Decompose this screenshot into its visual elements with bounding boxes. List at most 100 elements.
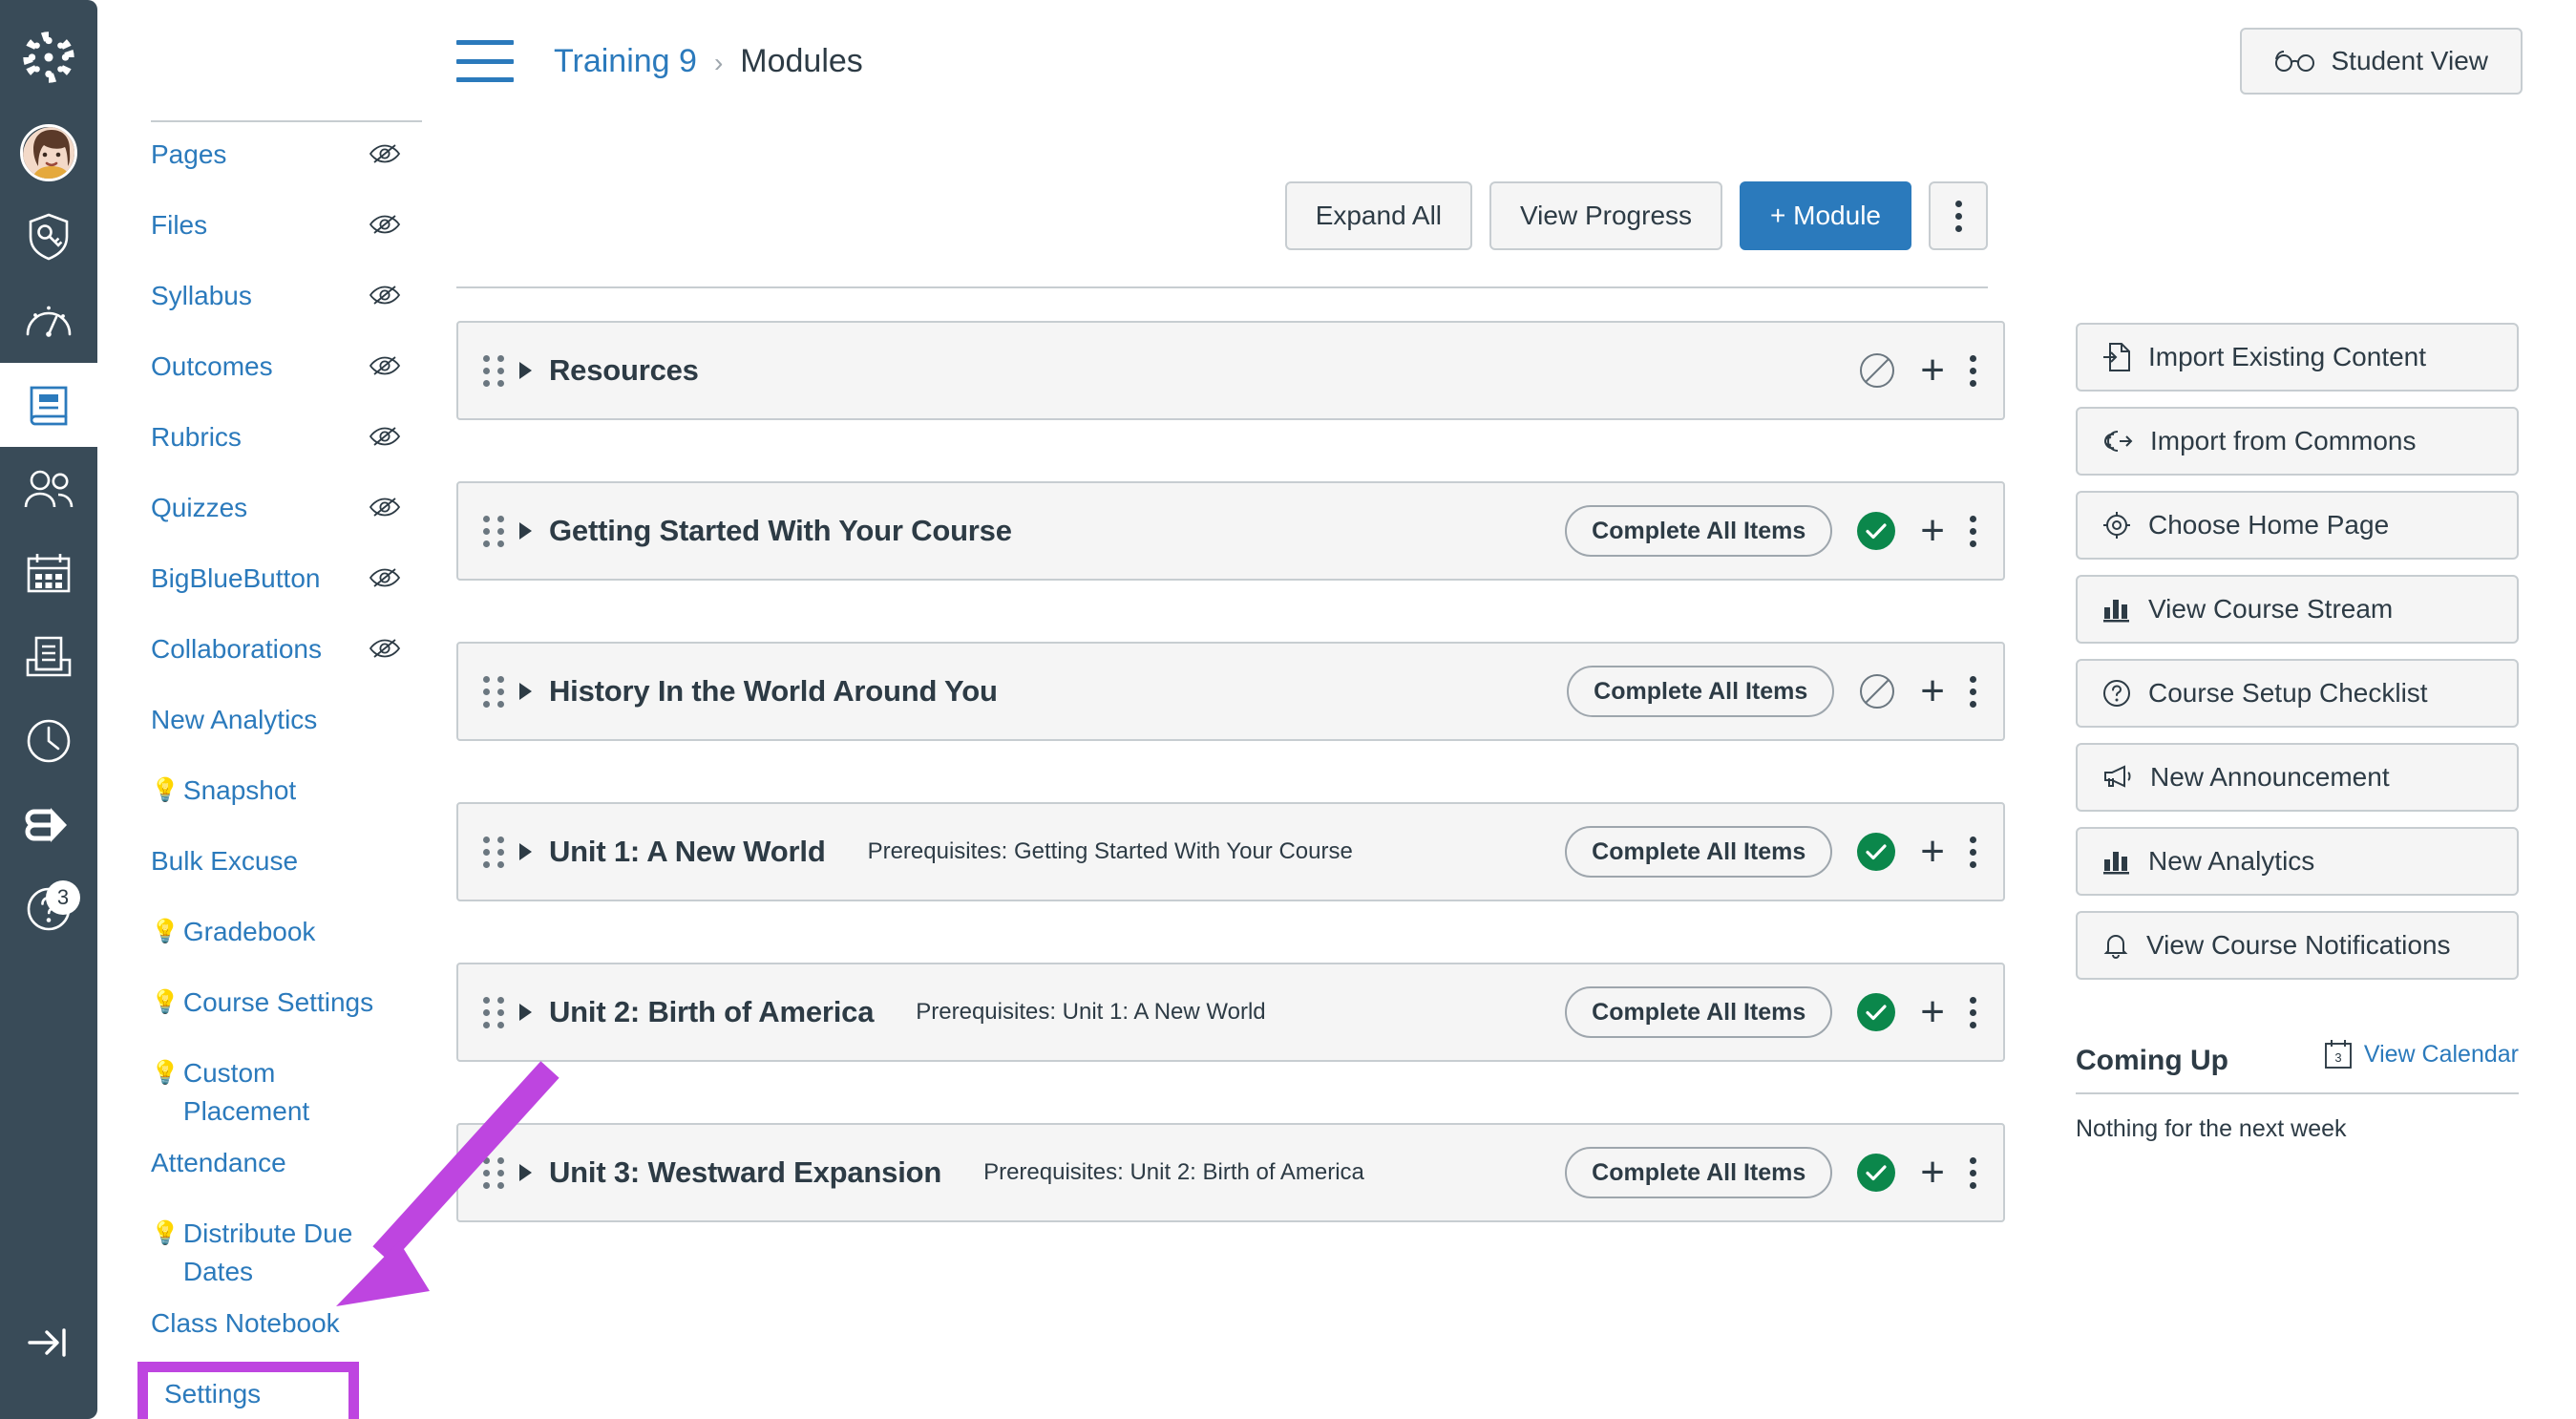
module-menu-icon[interactable] (1970, 354, 1976, 387)
view-calendar-link[interactable]: 3 View Calendar (2324, 1039, 2519, 1070)
module-row[interactable]: Unit 2: Birth of America Prerequisites: U… (456, 963, 2005, 1062)
admin-shield-key-icon[interactable] (0, 195, 97, 279)
add-item-icon[interactable]: + (1920, 510, 1945, 552)
module-row[interactable]: Unit 3: Westward Expansion Prerequisites:… (456, 1123, 2005, 1222)
course-nav-item-custom-placement[interactable]: 💡 Custom Placement (97, 1041, 422, 1131)
add-item-icon[interactable]: + (1920, 670, 1945, 712)
course-nav-item-bigbluebutton[interactable]: BigBlueButton (97, 546, 422, 617)
module-row[interactable]: Resources + (456, 321, 2005, 420)
sidebar-button-course-setup-checklist[interactable]: Course Setup Checklist (2076, 659, 2519, 728)
expand-caret-icon[interactable] (519, 843, 532, 860)
sidebar-button-choose-home-page[interactable]: Choose Home Page (2076, 491, 2519, 560)
course-nav-item-rubrics[interactable]: Rubrics (97, 405, 422, 476)
expand-caret-icon[interactable] (519, 683, 532, 700)
course-nav-item-pages[interactable]: Pages (97, 122, 422, 193)
drag-handle-icon[interactable] (483, 675, 504, 708)
module-row[interactable]: History In the World Around You Complete … (456, 642, 2005, 741)
course-nav-item-syllabus[interactable]: Syllabus (97, 264, 422, 334)
unpublished-icon[interactable] (1859, 352, 1895, 389)
course-nav-item-files[interactable]: Files (97, 193, 422, 264)
course-nav-item-class-notebook[interactable]: Class Notebook (97, 1291, 422, 1362)
calendar-icon[interactable] (0, 531, 97, 615)
coming-up-empty: Nothing for the next week (2076, 1115, 2347, 1142)
drag-handle-icon[interactable] (483, 1156, 504, 1189)
dashboard-gauge-icon[interactable] (0, 279, 97, 363)
sidebar-button-view-course-notifications[interactable]: View Course Notifications (2076, 911, 2519, 980)
groups-people-icon[interactable] (0, 447, 97, 531)
canvas-logo-icon[interactable] (0, 15, 97, 99)
module-menu-icon[interactable] (1970, 515, 1976, 547)
course-nav-item-label: Distribute Due Dates (182, 1218, 353, 1286)
published-check-icon[interactable] (1857, 512, 1896, 550)
calendar-day-icon: 3 (2324, 1039, 2353, 1070)
module-menu-icon[interactable] (1970, 996, 1976, 1028)
published-check-icon[interactable] (1857, 1154, 1896, 1192)
module-actions: Complete All Items + (1565, 1147, 1976, 1198)
module-menu-icon[interactable] (1970, 836, 1976, 868)
student-view-button[interactable]: Student View (2239, 28, 2523, 95)
view-progress-button[interactable]: View Progress (1489, 181, 1723, 250)
menu-toggle-icon[interactable] (456, 40, 514, 82)
module-actions: Complete All Items + (1567, 666, 1976, 717)
course-nav-item-label: Class Notebook (151, 1308, 340, 1338)
expand-all-button[interactable]: Expand All (1284, 181, 1473, 250)
bar-chart-icon (2102, 848, 2131, 875)
collapse-global-nav-icon[interactable] (0, 1301, 97, 1385)
drag-handle-icon[interactable] (483, 354, 504, 387)
module-requirement-badge: Complete All Items (1567, 666, 1835, 717)
help-icon[interactable]: 3 (0, 867, 97, 951)
sidebar-button-view-course-stream[interactable]: View Course Stream (2076, 575, 2519, 644)
hidden-eye-icon (369, 617, 401, 661)
course-nav-item-outcomes[interactable]: Outcomes (97, 334, 422, 405)
course-nav-item-bulk-excuse[interactable]: Bulk Excuse (97, 829, 422, 900)
add-item-icon[interactable]: + (1920, 991, 1945, 1033)
module-menu-icon[interactable] (1970, 1156, 1976, 1189)
sidebar-button-import-from-commons[interactable]: Import from Commons (2076, 407, 2519, 476)
expand-caret-icon[interactable] (519, 522, 532, 540)
modules-settings-button[interactable] (1929, 181, 1988, 250)
add-item-icon[interactable]: + (1920, 831, 1945, 873)
breadcrumb-course[interactable]: Training 9 (554, 43, 697, 80)
course-nav-item-distribute-due-dates[interactable]: 💡 Distribute Due Dates (97, 1201, 422, 1291)
add-item-icon[interactable]: + (1920, 1152, 1945, 1194)
drag-handle-icon[interactable] (483, 996, 504, 1028)
sidebar-button-label: View Course Notifications (2146, 930, 2451, 960)
course-nav-item-quizzes[interactable]: Quizzes (97, 476, 422, 546)
sidebar-button-new-analytics[interactable]: New Analytics (2076, 827, 2519, 896)
published-check-icon[interactable] (1857, 993, 1896, 1031)
module-actions: Complete All Items + (1565, 826, 1976, 878)
sidebar-item-courses[interactable] (0, 363, 97, 447)
view-calendar-label: View Calendar (2363, 1040, 2519, 1068)
coming-up-title: Coming Up (2076, 1045, 2228, 1076)
sidebar-button-label: Import from Commons (2150, 426, 2417, 455)
global-navigation: 3 (0, 0, 97, 1419)
module-menu-icon[interactable] (1970, 675, 1976, 708)
unpublished-icon[interactable] (1859, 673, 1895, 710)
account-avatar[interactable] (0, 111, 97, 195)
add-item-icon[interactable]: + (1920, 349, 1945, 392)
expand-caret-icon[interactable] (519, 1004, 532, 1021)
content-split: Expand All View Progress + Module Resour… (422, 122, 2576, 1419)
commons-icon[interactable] (0, 783, 97, 867)
modules-toolbar: Expand All View Progress + Module (456, 122, 2005, 250)
course-nav-item-gradebook[interactable]: 💡 Gradebook (97, 900, 422, 970)
sidebar-button-new-announcement[interactable]: New Announcement (2076, 743, 2519, 812)
expand-caret-icon[interactable] (519, 362, 532, 379)
drag-handle-icon[interactable] (483, 836, 504, 868)
module-row[interactable]: Unit 1: A New World Prerequisites: Gettin… (456, 802, 2005, 901)
expand-caret-icon[interactable] (519, 1164, 532, 1181)
sidebar-button-import-existing-content[interactable]: Import Existing Content (2076, 323, 2519, 392)
drag-handle-icon[interactable] (483, 515, 504, 547)
course-nav-item-settings[interactable]: Settings (97, 1362, 422, 1419)
course-nav-item-attendance[interactable]: Attendance (97, 1131, 422, 1201)
module-title: Unit 3: Westward Expansion (549, 1155, 942, 1189)
course-nav-item-collaborations[interactable]: Collaborations (97, 617, 422, 688)
course-nav-item-snapshot[interactable]: 💡 Snapshot (97, 758, 422, 829)
add-module-button[interactable]: + Module (1740, 181, 1911, 250)
course-nav-item-new-analytics[interactable]: New Analytics (97, 688, 422, 758)
module-row[interactable]: Getting Started With Your Course Complete… (456, 481, 2005, 581)
published-check-icon[interactable] (1857, 833, 1896, 871)
history-clock-icon[interactable] (0, 699, 97, 783)
course-nav-item-course-settings[interactable]: 💡 Course Settings (97, 970, 422, 1041)
inbox-icon[interactable] (0, 615, 97, 699)
